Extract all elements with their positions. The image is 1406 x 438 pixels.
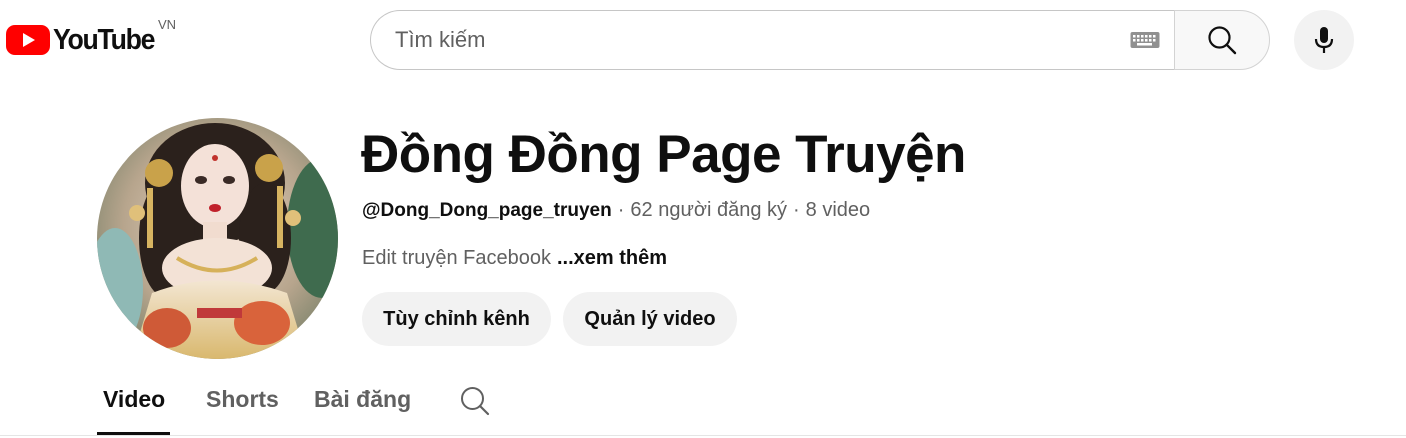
manage-videos-button[interactable]: Quản lý video [563,292,737,346]
subscriber-count: 62 người đăng ký [630,199,787,221]
logo-wordmark: YouTube [53,23,155,56]
search-input[interactable] [395,27,1130,53]
youtube-logo-icon [6,25,50,55]
meta-separator: · [793,199,800,221]
video-count: 8 video [805,199,871,221]
customize-channel-button[interactable]: Tùy chỉnh kênh [362,292,551,346]
tab-shorts[interactable]: Shorts [206,386,279,413]
channel-search-icon[interactable] [459,385,491,417]
description-text: Edit truyện Facebook [362,247,551,269]
country-code: VN [158,17,177,32]
tab-video[interactable]: Video [103,386,165,413]
keyboard-icon[interactable] [1130,30,1160,50]
channel-avatar[interactable] [97,118,338,359]
tabs-divider [0,435,1406,436]
youtube-channel-page: YouTube VN Tìm kiếm Đồng Đồng Page Truyệ… [0,0,1406,438]
channel-meta: @Dong_Dong_page_truyen · 62 người đăng k… [362,199,870,222]
tab-posts[interactable]: Bài đăng [314,386,411,413]
show-more-link[interactable]: ...xem thêm [557,247,667,269]
channel-name: Đồng Đồng Page Truyện [361,125,966,184]
search-box [370,10,1174,70]
search-icon [1208,26,1237,55]
channel-handle: @Dong_Dong_page_truyen [362,199,612,221]
voice-search-button[interactable] [1294,10,1354,70]
search-bar [370,10,1270,70]
microphone-icon [1314,27,1334,53]
meta-separator: · [617,199,625,221]
search-button[interactable] [1174,10,1270,70]
youtube-logo[interactable]: YouTube VN [6,17,176,60]
channel-description[interactable]: Edit truyện Facebook ...xem thêm [362,247,667,270]
